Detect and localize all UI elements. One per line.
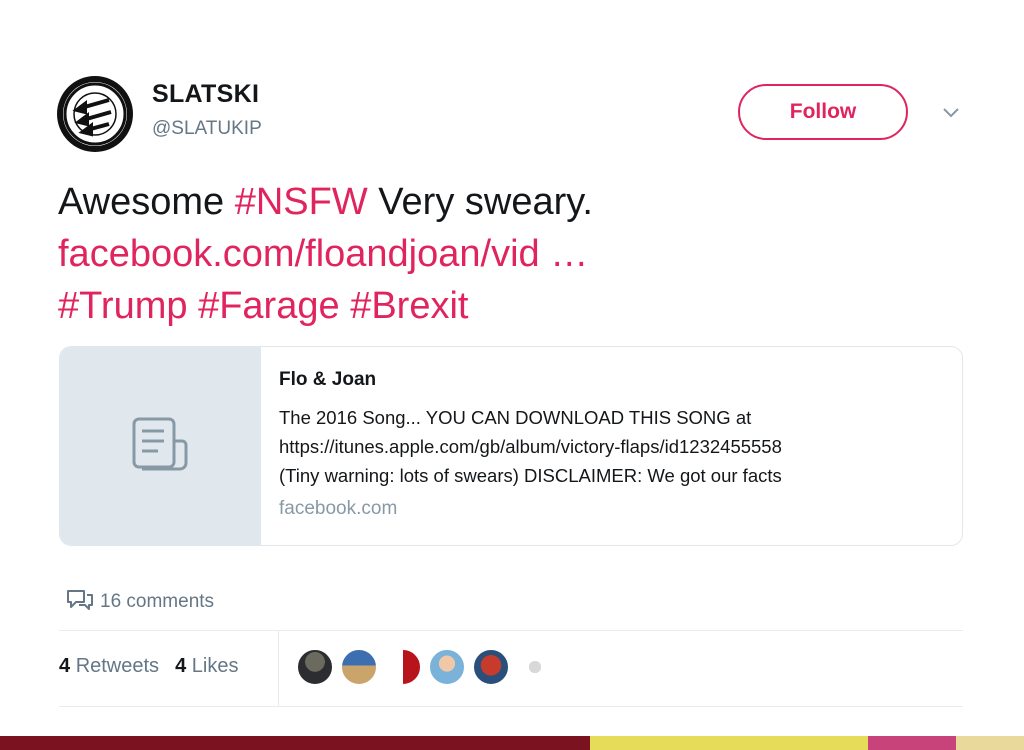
liker-avatar[interactable]: [296, 648, 334, 686]
liker-avatar[interactable]: [384, 648, 422, 686]
comment-icon: [66, 588, 94, 616]
retweets-label: Retweets: [75, 655, 160, 677]
chevron-down-icon[interactable]: [938, 100, 964, 126]
tweet-link[interactable]: facebook.com/floandjoan/vid …: [58, 233, 588, 275]
hashtag-brexit[interactable]: #Brexit: [350, 285, 468, 327]
card-description: The 2016 Song... YOU CAN DOWNLOAD THIS S…: [279, 403, 944, 490]
link-preview-card[interactable]: Flo & Joan The 2016 Song... YOU CAN DOWN…: [59, 346, 963, 546]
likes-count: 4: [175, 655, 187, 677]
divider: [59, 630, 963, 631]
color-bar-segment: [590, 736, 868, 750]
user-name[interactable]: SLATSKI: [152, 80, 259, 109]
liker-avatar[interactable]: [428, 648, 466, 686]
comments-count: 16 comments: [100, 591, 215, 612]
retweets-count: 4: [59, 655, 71, 677]
likes-label: Likes: [191, 655, 239, 677]
tweet-text: Awesome #NSFW Very sweary. facebook.com/…: [58, 176, 978, 332]
tweet-text-part: Awesome: [58, 181, 235, 223]
color-bar-segment: [0, 736, 590, 750]
card-description-line: (Tiny warning: lots of swears) DISCLAIME…: [279, 465, 782, 486]
hashtag-farage[interactable]: #Farage: [198, 285, 340, 327]
liker-avatars: [296, 648, 554, 686]
tweet-text-part: Very sweary.: [367, 181, 593, 223]
comments-link[interactable]: 16 comments: [66, 588, 214, 616]
card-thumbnail: [60, 347, 261, 545]
likes-stat[interactable]: 4 Likes: [175, 655, 238, 678]
antifa-logo-icon: [63, 82, 127, 146]
retweets-stat[interactable]: 4 Retweets: [59, 655, 159, 678]
liker-avatar[interactable]: [340, 648, 378, 686]
hashtag-nsfw[interactable]: #NSFW: [235, 181, 368, 223]
engagement-stats: 4 Retweets 4 Likes: [59, 655, 238, 678]
divider: [59, 706, 963, 707]
card-domain: facebook.com: [279, 498, 398, 519]
tweet-embed: SLATSKI @SLATUKIP Follow Awesome #NSFW V…: [0, 0, 1024, 736]
card-title: Flo & Joan: [279, 369, 377, 390]
follow-button[interactable]: Follow: [738, 84, 908, 140]
card-description-line: https://itunes.apple.com/gb/album/victor…: [279, 436, 782, 457]
hashtag-trump[interactable]: #Trump: [58, 285, 188, 327]
divider: [278, 631, 279, 706]
card-description-line: The 2016 Song... YOU CAN DOWNLOAD THIS S…: [279, 407, 752, 428]
color-bar-segment: [868, 736, 956, 750]
user-handle[interactable]: @SLATUKIP: [152, 118, 262, 140]
document-icon: [130, 415, 190, 478]
card-body: Flo & Joan The 2016 Song... YOU CAN DOWN…: [261, 347, 962, 545]
color-bar-segment: [956, 736, 1024, 750]
liker-avatar[interactable]: [472, 648, 510, 686]
bottom-color-bar: [0, 736, 1024, 750]
liker-avatar[interactable]: [516, 648, 554, 686]
user-avatar[interactable]: [57, 76, 133, 152]
